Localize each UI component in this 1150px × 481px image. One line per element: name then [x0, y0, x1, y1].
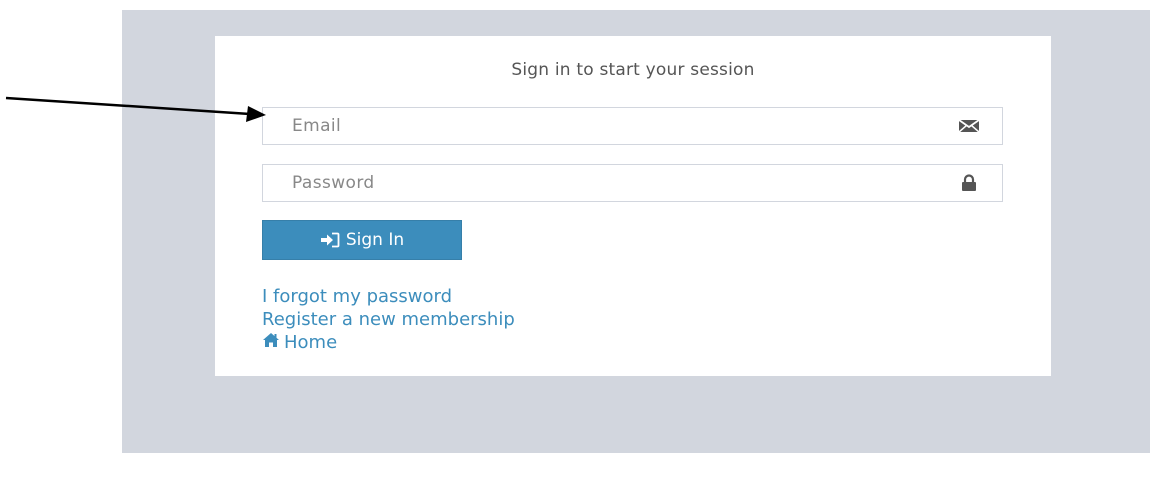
sign-in-icon: [320, 232, 340, 248]
forgot-password-link[interactable]: I forgot my password: [262, 285, 515, 308]
home-link-label: Home: [284, 332, 338, 353]
sign-in-label: Sign In: [345, 230, 405, 250]
home-link[interactable]: Home: [262, 331, 515, 354]
login-box: Sign in to start your session Email Sign…: [215, 36, 1051, 376]
login-box-message: Sign in to start your session: [511, 60, 755, 80]
email-field-group: [262, 107, 1003, 145]
page: Sign in to start your session Email Sign…: [0, 0, 1150, 481]
lock-icon: [958, 173, 980, 193]
sign-in-button[interactable]: Sign In: [262, 220, 462, 260]
email-input[interactable]: [263, 108, 943, 143]
password-field-group: [262, 164, 1003, 202]
envelope-icon: [958, 116, 980, 136]
home-icon: [262, 331, 280, 354]
annotation-arrow-icon: [5, 96, 266, 122]
register-membership-link[interactable]: Register a new membership: [262, 308, 515, 331]
password-input[interactable]: [263, 165, 943, 200]
login-links: I forgot my password Register a new memb…: [262, 285, 515, 354]
